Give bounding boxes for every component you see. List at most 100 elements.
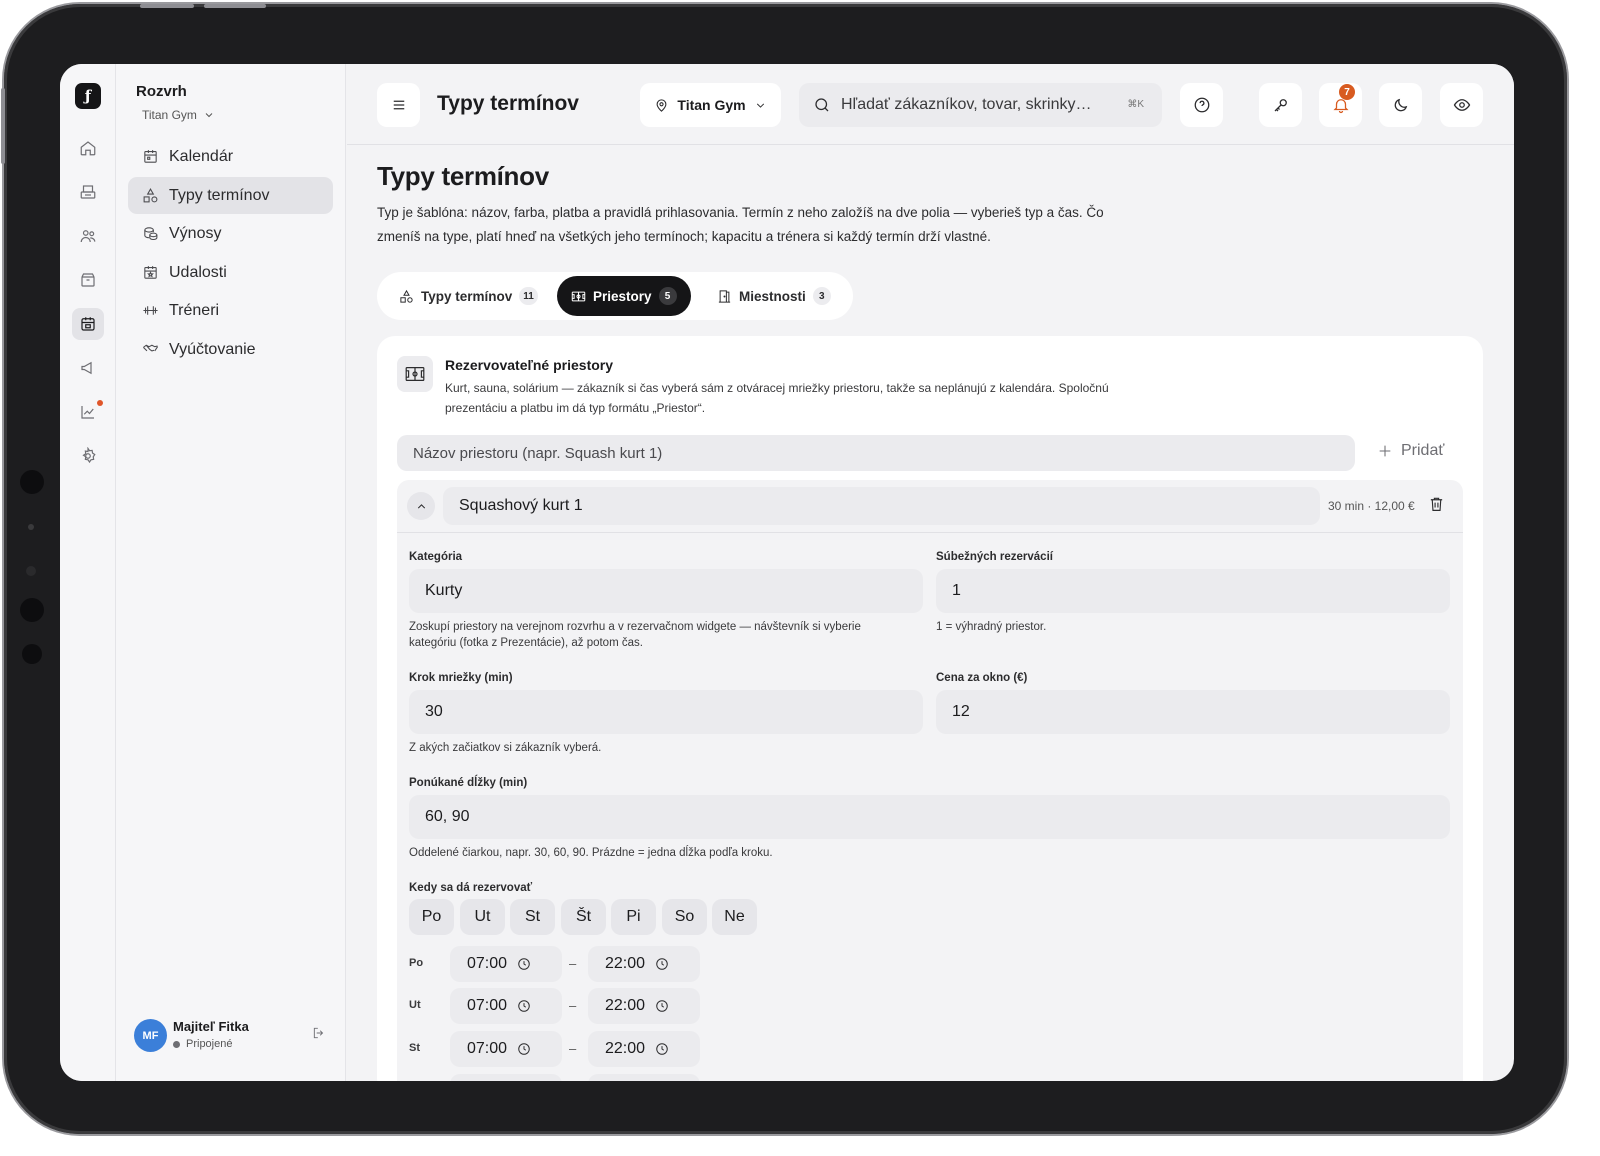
space-item-header: Squashový kurt 1 30 min · 12,00 € — [397, 480, 1463, 533]
delete-button[interactable] — [1428, 495, 1448, 515]
status-dot — [173, 1040, 180, 1048]
status-text: Pripojené — [186, 1038, 233, 1050]
day-toggle-po[interactable]: Po — [409, 899, 454, 935]
concurrent-field[interactable]: 1 — [936, 569, 1450, 613]
sidebar-item-vyuctovanie[interactable]: Vyúčtovanie — [128, 331, 333, 368]
time-to-input[interactable]: 22:00 — [588, 946, 700, 982]
box-icon[interactable] — [72, 264, 104, 296]
page-title: Typy termínov — [437, 92, 579, 115]
moon-icon — [1394, 98, 1407, 112]
hamburger-icon — [393, 100, 404, 110]
category-field[interactable]: Kurty — [409, 569, 923, 613]
clock-icon — [518, 958, 530, 970]
coins-icon — [144, 227, 158, 241]
sidebar-item-udalosti[interactable]: Udalosti — [128, 254, 333, 291]
megaphone-icon[interactable] — [72, 352, 104, 384]
user-profile[interactable]: MF Majiteľ Fitka Pripojené — [134, 1017, 330, 1057]
plus-icon — [1379, 445, 1391, 457]
notification-dot — [97, 400, 103, 406]
sidebar-item-typy-terminov[interactable]: Typy termínov — [128, 177, 333, 214]
camera-dot — [26, 566, 36, 576]
calendar-star-icon — [144, 266, 157, 279]
court-icon — [571, 291, 586, 301]
day-toggle-so[interactable]: So — [662, 899, 707, 935]
clock-icon — [518, 1000, 530, 1012]
hours-row-label: Ut — [409, 999, 421, 1011]
location-label: Titan Gym — [677, 97, 746, 113]
day-toggle-st2[interactable]: Št — [561, 899, 606, 935]
sidebar-item-label: Udalosti — [169, 263, 227, 281]
sidebar-item-treneri[interactable]: Tréneri — [128, 292, 333, 329]
search-input[interactable]: Hľadať zákazníkov, tovar, skrinky… ⌘K — [799, 83, 1162, 127]
gym-name: Titan Gym — [142, 108, 197, 122]
time-to-input[interactable] — [588, 1074, 700, 1081]
day-toggle-st[interactable]: St — [510, 899, 555, 935]
step-hint: Z akých začiatkov si zákazník vyberá. — [409, 742, 602, 754]
chevron-down-icon — [756, 103, 764, 108]
time-from-input[interactable]: 07:00 — [450, 946, 562, 982]
register-icon[interactable] — [72, 176, 104, 208]
menu-button[interactable] — [377, 83, 420, 127]
home-icon[interactable] — [72, 132, 104, 164]
tab-count: 11 — [519, 287, 538, 305]
page-intro: Typ je šablóna: názov, farba, platba a p… — [377, 205, 1104, 244]
tab-miestnosti[interactable]: Miestnosti 3 — [703, 276, 845, 316]
time-value: 22:00 — [605, 955, 646, 972]
sidebar-item-label: Výnosy — [169, 224, 222, 242]
tab-priestory[interactable]: Priestory 5 — [557, 276, 691, 316]
preview-button[interactable] — [1440, 83, 1483, 127]
clock-icon — [656, 958, 668, 970]
space-item: Squashový kurt 1 30 min · 12,00 € Kategó… — [397, 480, 1463, 1081]
theme-toggle[interactable] — [1379, 83, 1422, 127]
location-select[interactable]: Titan Gym — [640, 83, 781, 127]
lengths-field[interactable]: 60, 90 — [409, 795, 1450, 839]
time-to-input[interactable]: 22:00 — [588, 988, 700, 1024]
collapse-button[interactable] — [407, 492, 435, 520]
time-to-input[interactable]: 22:00 — [588, 1031, 700, 1067]
tab-label: Miestnosti — [739, 288, 806, 304]
main-content: Typy termínov Typ je šablóna: názov, far… — [347, 146, 1514, 1081]
day-toggle-ne[interactable]: Ne — [712, 899, 757, 935]
sidebar: Rozvrh Titan Gym Kalendár Typy termínov … — [116, 64, 346, 1081]
price-field[interactable]: 12 — [936, 690, 1450, 734]
map-pin-icon — [656, 98, 667, 112]
settings-icon[interactable] — [72, 440, 104, 472]
help-button[interactable] — [1180, 83, 1223, 127]
day-toggle-pi[interactable]: Pi — [611, 899, 656, 935]
add-label: Pridať — [1401, 442, 1445, 459]
time-value: 22:00 — [605, 1040, 646, 1057]
eye-icon — [1453, 99, 1470, 111]
sidebar-title: Rozvrh — [136, 83, 187, 100]
avatar: MF — [134, 1019, 167, 1052]
users-icon[interactable] — [72, 220, 104, 252]
tab-typy-terminov[interactable]: Typy termínov 11 — [385, 276, 552, 316]
step-field[interactable]: 30 — [409, 690, 923, 734]
time-value: 07:00 — [467, 955, 508, 972]
app-logo[interactable]: ƒ — [75, 83, 101, 109]
card-title: Rezervovateľné priestory — [445, 357, 614, 373]
camera-dot — [20, 598, 44, 622]
tab-count: 5 — [658, 287, 677, 305]
price-label: Cena za okno (€) — [936, 672, 1028, 684]
notifications-button[interactable]: 7 — [1319, 83, 1362, 127]
time-from-input[interactable] — [450, 1074, 562, 1081]
time-from-input[interactable]: 07:00 — [450, 988, 562, 1024]
tab-label: Priestory — [593, 288, 652, 304]
clock-icon — [518, 1043, 530, 1055]
key-button[interactable] — [1259, 83, 1302, 127]
time-from-input[interactable]: 07:00 — [450, 1031, 562, 1067]
sidebar-item-vynosy[interactable]: Výnosy — [128, 215, 333, 252]
day-toggle-ut[interactable]: Ut — [460, 899, 505, 935]
calendar-icon — [144, 150, 157, 163]
card-description: Kurt, sauna, solárium — zákazník si čas … — [445, 381, 1109, 415]
tab-bar: Typy termínov 11 Priestory 5 Miestnosti … — [377, 272, 853, 320]
space-name-field[interactable]: Squashový kurt 1 — [443, 487, 1320, 525]
logout-icon[interactable] — [312, 1026, 330, 1044]
volume-button — [140, 4, 194, 8]
space-name-input[interactable] — [397, 435, 1355, 471]
gym-switcher[interactable]: Titan Gym — [142, 108, 215, 122]
add-space-button[interactable]: Pridať — [1377, 442, 1444, 460]
sidebar-item-kalendar[interactable]: Kalendár — [128, 138, 333, 175]
calendar-icon[interactable] — [72, 308, 104, 340]
help-icon — [1194, 97, 1209, 113]
